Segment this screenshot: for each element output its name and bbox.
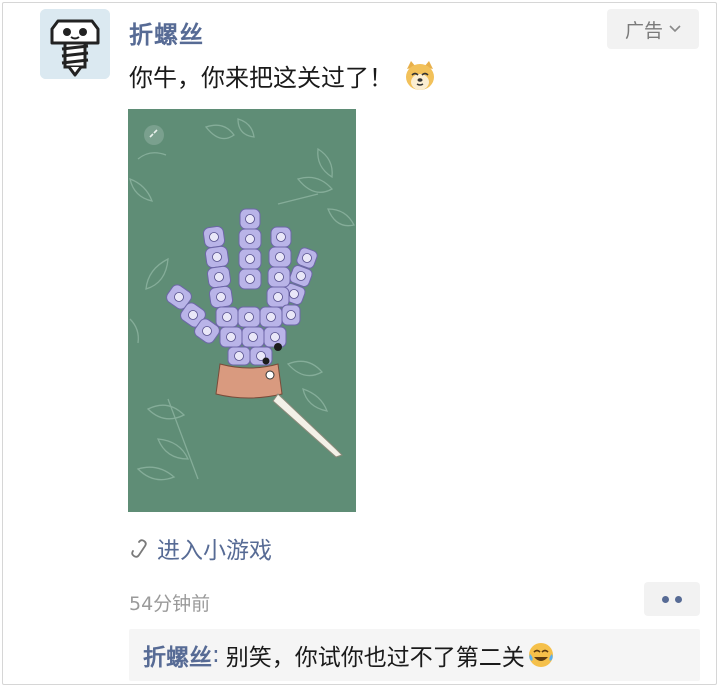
mini-program-link-icon	[131, 539, 147, 558]
post-timestamp: 54分钟前	[129, 593, 211, 615]
more-actions-button[interactable]	[644, 582, 700, 616]
mini-program-link[interactable]: 进入小游戏	[129, 531, 272, 565]
ad-label-text: 广告	[624, 19, 663, 42]
chevron-down-icon	[669, 22, 681, 37]
post-text: 你牛，你来把这关过了！	[129, 58, 437, 93]
hand-screw-puzzle-illustration	[128, 109, 356, 512]
more-dots-icon-2	[675, 595, 682, 603]
more-dots-icon	[662, 595, 669, 603]
ad-label-button[interactable]: 广告	[607, 9, 699, 49]
comment-text: 别笑，你试你也过不了第二关	[225, 645, 525, 671]
mini-program-link-label: 进入小游戏	[157, 538, 272, 564]
comment-author[interactable]: 折螺丝	[143, 638, 212, 672]
laughing-crying-emoji-icon	[528, 643, 553, 667]
comment-separator: :	[212, 642, 220, 668]
comment-item: 折螺丝 : 别笑，你试你也过不了第二关	[129, 629, 700, 681]
author-avatar[interactable]	[40, 9, 110, 79]
feed-card: 折螺丝 广告 你牛，你来把这关过了！ 进入小游戏 54分钟前 折螺丝: 别笑，…	[2, 2, 717, 685]
screw-avatar-icon	[40, 9, 110, 79]
game-preview-image[interactable]	[128, 109, 356, 512]
post-text-content: 你牛，你来把这关过了！	[129, 64, 393, 92]
doge-emoji-icon	[406, 60, 434, 90]
author-name[interactable]: 折螺丝	[129, 15, 204, 50]
